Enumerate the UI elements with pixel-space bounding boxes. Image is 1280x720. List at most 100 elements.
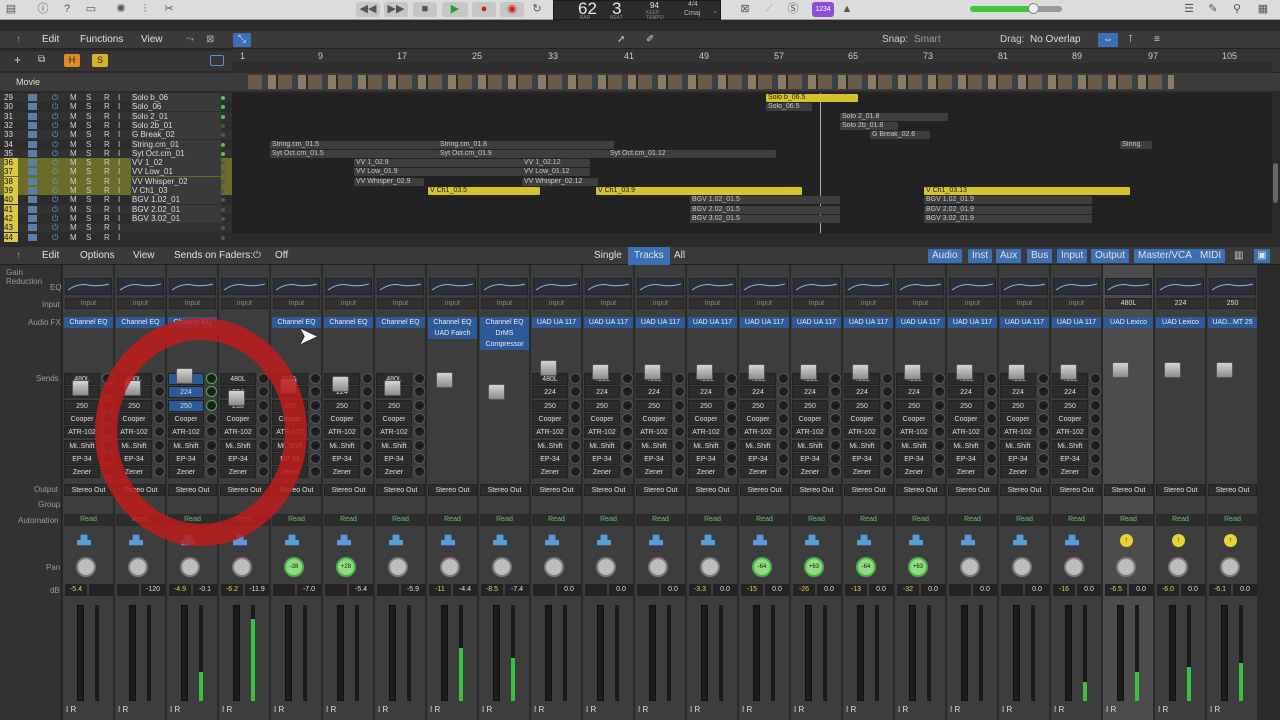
volume-fader-handle[interactable] xyxy=(644,364,661,380)
region[interactable]: VV 1_02.9 xyxy=(354,159,522,168)
volume-fader-track[interactable] xyxy=(649,605,656,701)
tuning-icon[interactable]: ⟋ xyxy=(762,2,776,17)
input-slot[interactable]: input xyxy=(221,298,268,309)
send-level-knob[interactable] xyxy=(986,439,997,451)
send-level-knob[interactable] xyxy=(362,386,373,398)
eq-thumbnail[interactable] xyxy=(377,278,424,295)
pan-knob[interactable] xyxy=(128,557,148,577)
pan-knob[interactable] xyxy=(700,557,720,577)
track-row[interactable]: 36 ⏻ M S R I VV 1_02 xyxy=(0,158,232,168)
automation-mode[interactable]: Read xyxy=(428,514,477,526)
track-name[interactable]: Solo 2b_01 xyxy=(131,120,221,130)
input-monitor-button[interactable]: I xyxy=(118,186,120,195)
send-level-knob[interactable] xyxy=(674,373,685,384)
tracks-view-menu[interactable]: View xyxy=(141,31,163,49)
input-slot[interactable]: input xyxy=(273,298,320,309)
send-level-knob[interactable] xyxy=(310,426,321,438)
send-level-knob[interactable] xyxy=(934,412,945,424)
region[interactable]: G Break_02.6 xyxy=(870,131,930,140)
audio-fx-slot[interactable]: Channel EQ xyxy=(480,317,529,328)
send-level-knob[interactable] xyxy=(362,439,373,451)
input-slot[interactable]: 224 xyxy=(1157,298,1204,309)
automation-toggle[interactable]: ⤡ xyxy=(233,33,251,47)
output-slot[interactable]: Stereo Out xyxy=(948,484,997,496)
send-level-knob[interactable] xyxy=(362,373,373,384)
send-level-knob[interactable] xyxy=(778,386,789,398)
send-level-knob[interactable] xyxy=(882,399,893,411)
master-volume-slider[interactable] xyxy=(970,3,1062,14)
pan-knob[interactable] xyxy=(1012,557,1032,577)
eq-thumbnail[interactable] xyxy=(1157,278,1204,295)
send-level-knob[interactable] xyxy=(570,399,581,411)
record-enable-button[interactable]: R xyxy=(104,205,110,214)
track-name[interactable]: BGV 1.02_01 xyxy=(131,195,221,205)
pan-knob[interactable] xyxy=(544,557,564,577)
send-level-knob[interactable] xyxy=(778,412,789,424)
send-level-knob[interactable] xyxy=(570,466,581,478)
eq-thumbnail[interactable] xyxy=(273,278,320,295)
input-monitor-button[interactable]: I xyxy=(118,102,120,111)
send-slot[interactable]: Zener xyxy=(792,466,828,479)
send-level-knob[interactable] xyxy=(414,373,425,384)
send-slot[interactable]: Cooper xyxy=(740,412,776,425)
add-track-icon[interactable]: + xyxy=(14,53,21,67)
track-row[interactable]: 41 ⏻ M S R I BGV 2.02_01 xyxy=(0,204,232,214)
send-level-knob[interactable] xyxy=(622,452,633,464)
send-level-knob[interactable] xyxy=(986,466,997,478)
power-icon[interactable]: ⏻ xyxy=(52,167,58,176)
rewind-button[interactable]: ◀◀ xyxy=(356,2,380,17)
region[interactable]: Syt Oct.cm_01.9 xyxy=(438,149,608,158)
eq-thumbnail[interactable] xyxy=(689,278,736,295)
send-slot[interactable]: 224 xyxy=(584,386,620,399)
send-level-knob[interactable] xyxy=(882,452,893,464)
send-slot[interactable]: Zener xyxy=(948,466,984,479)
send-level-knob[interactable] xyxy=(1090,399,1101,411)
region[interactable]: Solo 2_01.8 xyxy=(840,112,948,121)
input-record-buttons[interactable]: I R xyxy=(534,705,544,714)
forward-button[interactable]: ▶▶ xyxy=(384,2,408,17)
send-level-knob[interactable] xyxy=(934,426,945,438)
input-slot[interactable]: input xyxy=(897,298,944,309)
audio-fx-slot[interactable]: UAD UA 117 xyxy=(688,317,737,328)
send-slot[interactable]: Zener xyxy=(532,466,568,479)
record-enable-button[interactable]: R xyxy=(104,130,110,139)
filter-inst[interactable]: Inst xyxy=(968,249,993,263)
send-level-knob[interactable] xyxy=(726,399,737,411)
send-level-knob[interactable] xyxy=(1038,399,1049,411)
record-enable-button[interactable]: R xyxy=(104,233,110,242)
mixer-back-icon[interactable]: ↑ xyxy=(16,247,21,265)
send-slot[interactable]: 250 xyxy=(740,399,776,412)
mute-button[interactable]: M xyxy=(70,186,77,195)
track-row[interactable]: 29 ⏻ M S R I Solo b_06 xyxy=(0,93,232,103)
audio-fx-slot[interactable]: Compressor xyxy=(480,339,529,350)
notepad-icon[interactable]: ✎ xyxy=(1206,2,1220,17)
catch-icon[interactable]: ⤳ xyxy=(186,31,194,49)
volume-fader-handle[interactable] xyxy=(592,364,609,380)
send-level-knob[interactable] xyxy=(674,439,685,451)
send-slot[interactable]: Cooper xyxy=(584,412,620,425)
send-level-knob[interactable] xyxy=(1038,426,1049,438)
input-monitor-button[interactable]: I xyxy=(118,233,120,242)
volume-fader-handle[interactable] xyxy=(800,364,817,380)
power-icon[interactable]: ⏻ xyxy=(52,186,58,195)
pan-knob[interactable] xyxy=(648,557,668,577)
region[interactable]: VV Whisper_02.9 xyxy=(354,177,424,186)
send-slot[interactable]: 250 xyxy=(584,399,620,412)
pan-knob[interactable]: +28 xyxy=(336,557,356,577)
send-slot[interactable]: EP-34 xyxy=(740,452,776,465)
input-monitor-button[interactable]: I xyxy=(118,158,120,167)
send-slot[interactable]: Zener xyxy=(740,466,776,479)
send-level-knob[interactable] xyxy=(310,373,321,384)
send-slot[interactable]: Cooper xyxy=(1000,412,1036,425)
input-record-buttons[interactable]: I R xyxy=(1106,705,1116,714)
volume-fader-handle[interactable] xyxy=(696,364,713,380)
send-level-knob[interactable] xyxy=(674,399,685,411)
volume-fader-handle[interactable] xyxy=(332,376,349,392)
send-level-knob[interactable] xyxy=(1090,386,1101,398)
send-slot[interactable]: ATR-102 xyxy=(376,426,412,439)
audio-fx-slot[interactable]: UAD UA 117 xyxy=(948,317,997,328)
input-monitor-button[interactable]: I xyxy=(118,223,120,232)
output-slot[interactable]: Stereo Out xyxy=(1156,484,1205,496)
eq-thumbnail[interactable] xyxy=(65,278,112,295)
region[interactable]: VV Low_01.9 xyxy=(354,168,522,177)
